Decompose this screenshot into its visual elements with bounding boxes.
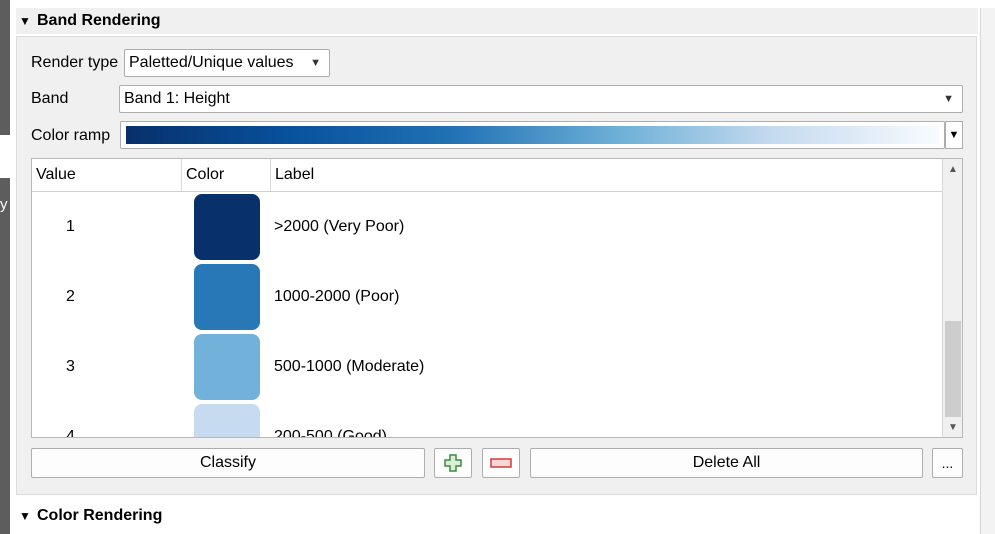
left-dock-edge-lower	[0, 178, 10, 534]
column-header-label[interactable]: Label	[271, 159, 942, 191]
table-row[interactable]: 3 500-1000 (Moderate)	[32, 332, 942, 402]
add-value-button[interactable]	[434, 448, 472, 478]
collapse-triangle-icon: ▼	[19, 509, 31, 523]
classify-button[interactable]: Classify	[31, 448, 425, 478]
color-swatch[interactable]	[194, 194, 260, 260]
color-ramp-gradient	[126, 126, 939, 144]
band-rendering-title: Band Rendering	[37, 12, 161, 29]
delete-all-button[interactable]: Delete All	[530, 448, 923, 478]
render-type-select[interactable]: Paletted/Unique values ▼	[124, 49, 330, 77]
chevron-down-icon: ▼	[943, 93, 954, 105]
left-dock-text-fragment: y	[0, 196, 8, 213]
row-value[interactable]: 2	[66, 262, 75, 332]
row-value[interactable]: 4	[66, 402, 75, 437]
chevron-down-icon: ▼	[948, 129, 960, 141]
row-label[interactable]: 1000-2000 (Poor)	[274, 262, 399, 332]
color-rendering-title: Color Rendering	[37, 507, 163, 524]
remove-value-button[interactable]	[482, 448, 520, 478]
color-ramp-label: Color ramp	[31, 127, 111, 144]
table-row[interactable]: 4 200-500 (Good)	[32, 402, 942, 437]
chevron-down-icon: ▼	[310, 57, 321, 69]
row-label[interactable]: 200-500 (Good)	[274, 402, 387, 437]
render-type-label: Render type	[31, 54, 119, 71]
color-ramp-menu-button[interactable]: ▼	[945, 121, 963, 149]
table-body: 1 >2000 (Very Poor) 2 1000-2000 (Poor) 3…	[32, 192, 942, 437]
plus-icon	[444, 454, 462, 472]
minus-icon	[490, 458, 512, 468]
band-rendering-header[interactable]: ▼ Band Rendering	[16, 8, 978, 34]
band-value: Band 1: Height	[124, 90, 230, 107]
left-dock-gap	[0, 135, 10, 178]
row-value[interactable]: 1	[66, 192, 75, 262]
row-label[interactable]: >2000 (Very Poor)	[274, 192, 404, 262]
column-header-color[interactable]: Color	[182, 159, 271, 191]
render-type-value: Paletted/Unique values	[129, 54, 294, 71]
table-row[interactable]: 1 >2000 (Very Poor)	[32, 192, 942, 262]
more-options-button[interactable]: ...	[932, 448, 963, 478]
collapse-triangle-icon: ▼	[19, 14, 31, 28]
color-ramp-button[interactable]	[120, 121, 945, 149]
scroll-thumb[interactable]	[945, 321, 961, 417]
color-swatch[interactable]	[194, 334, 260, 400]
table-row[interactable]: 2 1000-2000 (Poor)	[32, 262, 942, 332]
row-value[interactable]: 3	[66, 332, 75, 402]
band-select[interactable]: Band 1: Height ▼	[119, 85, 963, 113]
more-label: ...	[941, 455, 954, 471]
color-swatch[interactable]	[194, 264, 260, 330]
scroll-down-arrow-icon[interactable]: ▼	[943, 417, 962, 437]
table-header: Value Color Label	[32, 159, 942, 192]
palette-table[interactable]: Value Color Label 1 >2000 (Very Poor) 2 …	[31, 158, 963, 438]
table-scrollbar[interactable]: ▲ ▼	[942, 159, 962, 437]
row-label[interactable]: 500-1000 (Moderate)	[274, 332, 424, 402]
column-header-value[interactable]: Value	[32, 159, 182, 191]
color-rendering-header[interactable]: ▼ Color Rendering	[16, 503, 978, 529]
scroll-up-arrow-icon[interactable]: ▲	[943, 159, 962, 179]
outer-scrollbar[interactable]	[980, 8, 995, 534]
left-dock-edge	[0, 0, 10, 135]
band-label: Band	[31, 90, 69, 107]
color-swatch[interactable]	[194, 404, 260, 437]
